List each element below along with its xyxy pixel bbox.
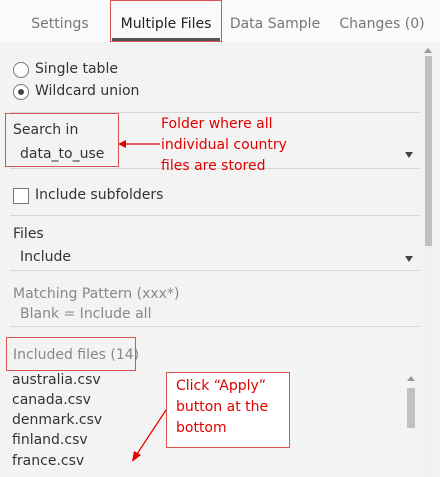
list-item: finland.csv — [12, 432, 88, 448]
tab-settings[interactable]: Settings — [10, 0, 110, 42]
tab-highlight-box — [110, 0, 222, 42]
tab-data-sample[interactable]: Data Sample — [222, 0, 328, 42]
divider — [10, 215, 420, 216]
apply-note-line-1: Click “Apply” — [176, 378, 267, 394]
chevron-down-icon[interactable] — [405, 152, 413, 158]
checkbox[interactable] — [13, 188, 29, 204]
tab-bar: Settings Multiple Files Data Sample Chan… — [0, 0, 440, 42]
apply-note-line-2: button at the — [176, 399, 269, 415]
files-list-scroll-thumb[interactable] — [407, 388, 415, 428]
tab-changes[interactable]: Changes (0) — [330, 0, 434, 42]
scroll-up-arrow-icon[interactable] — [407, 376, 415, 381]
list-item: denmark.csv — [12, 412, 103, 428]
radio-label-single-table: Single table — [35, 61, 118, 77]
arrow-down-left-icon — [132, 409, 167, 462]
apply-note-line-3: bottom — [176, 420, 227, 436]
list-item: australia.csv — [12, 372, 101, 388]
matching-pattern-input[interactable]: Blank = Include all — [20, 306, 151, 322]
radio-selected-dot — [18, 89, 24, 95]
apply-note: Click “Apply” button at the bottom — [176, 376, 268, 439]
scroll-up-arrow-icon[interactable] — [424, 48, 432, 53]
arrow-left-icon — [118, 140, 160, 148]
chevron-down-icon[interactable] — [405, 256, 413, 262]
radio-button-selected[interactable] — [13, 84, 29, 100]
files-select-value[interactable]: Include — [20, 249, 71, 265]
folder-note: Folder where all individual country file… — [161, 114, 287, 177]
include-subfolders-label: Include subfolders — [35, 187, 164, 203]
folder-note-line-2: individual country — [161, 137, 287, 153]
files-underline — [10, 270, 420, 271]
matching-pattern-label: Matching Pattern (xxx*) — [13, 286, 180, 302]
radio-button[interactable] — [13, 62, 29, 78]
matching-pattern-underline — [10, 326, 420, 327]
included-files-highlight-box — [6, 337, 136, 371]
radio-label-wildcard-union: Wildcard union — [35, 83, 140, 99]
connection-panel: Settings Multiple Files Data Sample Chan… — [0, 0, 440, 477]
files-label: Files — [13, 226, 44, 242]
list-item: france.csv — [12, 453, 85, 469]
list-item: canada.csv — [12, 392, 91, 408]
folder-note-line-1: Folder where all — [161, 116, 273, 132]
search-in-highlight-box — [5, 113, 119, 167]
panel-scroll-thumb[interactable] — [425, 56, 432, 246]
folder-note-line-3: files are stored — [161, 158, 266, 174]
